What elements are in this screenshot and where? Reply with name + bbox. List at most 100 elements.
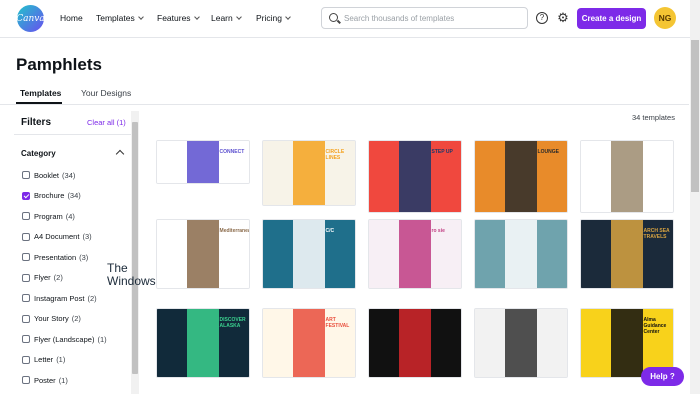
category-option[interactable]: A4 Document (3) [22, 232, 92, 242]
option-count: (2) [53, 273, 63, 282]
nav-features-label: Features [157, 13, 191, 23]
card-panel [505, 141, 537, 212]
nav-templates-label: Templates [96, 13, 135, 23]
nav-pricing-label: Pricing [256, 13, 282, 23]
checkbox[interactable] [22, 273, 30, 282]
nav-pricing[interactable]: Pricing [256, 13, 291, 23]
chevron-down-icon [235, 14, 242, 20]
card-panel [369, 141, 400, 212]
divider [0, 104, 689, 105]
template-card[interactable] [474, 219, 568, 289]
chevron-down-icon [137, 14, 144, 20]
option-label: Letter [34, 355, 54, 364]
card-text: CONNECT [219, 149, 245, 155]
checkbox[interactable] [22, 232, 30, 241]
template-card[interactable]: LOUNGE [474, 140, 568, 213]
checkbox[interactable] [22, 294, 30, 302]
option-label: Brochure [34, 191, 65, 200]
template-card[interactable]: STEP UP [368, 140, 462, 213]
category-option[interactable]: Booklet (34) [22, 170, 75, 180]
template-card[interactable]: Mediterranean [156, 219, 250, 289]
nav-home[interactable]: Home [60, 13, 83, 23]
option-label: Program [34, 211, 63, 221]
category-option[interactable]: Program (4) [22, 211, 75, 221]
create-design-button[interactable]: Create a design [577, 8, 646, 29]
page-scrollbar-thumb[interactable] [691, 40, 699, 192]
top-navigation: Canva Home Templates Features Learn Pric… [0, 0, 700, 38]
template-card[interactable]: C/C [262, 219, 356, 289]
checkbox[interactable] [22, 171, 30, 179]
template-card[interactable]: ro sie [368, 219, 462, 289]
nav-learn[interactable]: Learn [211, 13, 242, 23]
option-count: (4) [65, 211, 75, 221]
card-panel [581, 220, 612, 288]
checkbox[interactable] [22, 376, 30, 384]
category-option[interactable]: Flyer (2) [22, 273, 63, 283]
template-card[interactable]: DISCOVER ALASKA [156, 308, 250, 378]
nav-learn-label: Learn [211, 13, 233, 23]
tab-your-designs[interactable]: Your Designs [81, 88, 131, 98]
option-count: (2) [87, 293, 97, 303]
category-option[interactable]: Instagram Post (2) [22, 293, 97, 303]
sidebar-scrollbar-thumb[interactable] [132, 122, 138, 374]
checkbox[interactable] [22, 314, 30, 323]
category-option[interactable]: Brochure (34) [22, 191, 81, 201]
card-panel [157, 309, 188, 377]
search-input[interactable] [344, 11, 524, 25]
checkbox[interactable] [22, 253, 30, 261]
card-panel [293, 141, 325, 205]
question-circle-icon[interactable]: ? [536, 12, 548, 24]
filters-heading: Filters [21, 117, 52, 128]
option-count: (3) [82, 232, 92, 241]
card-text: LOUNGE [537, 149, 559, 155]
checkbox[interactable] [22, 191, 30, 200]
template-card[interactable] [580, 140, 674, 213]
nav-templates[interactable]: Templates [96, 13, 144, 23]
category-option[interactable]: Flyer (Landscape) (1) [22, 334, 107, 344]
card-panel [263, 220, 294, 288]
template-card[interactable] [474, 308, 568, 378]
category-option[interactable]: Your Story (2) [22, 314, 81, 324]
category-option[interactable]: Poster (1) [22, 375, 68, 385]
canva-logo[interactable]: Canva [16, 5, 45, 32]
card-panel [399, 309, 431, 377]
page-title: Pamphlets [16, 55, 102, 74]
card-text: Alma Guidance Center [643, 317, 667, 335]
card-panel [187, 141, 219, 183]
chevron-up-icon[interactable] [115, 149, 125, 159]
tab-templates[interactable]: Templates [20, 88, 61, 98]
card-panel [611, 220, 643, 288]
category-heading[interactable]: Category [21, 149, 56, 158]
card-panel [399, 141, 431, 212]
category-option[interactable]: Letter (1) [22, 355, 65, 365]
search-icon[interactable] [329, 13, 338, 22]
clear-all-link[interactable]: Clear all (1) [87, 118, 126, 127]
card-panel [642, 141, 673, 212]
gear-icon[interactable]: ⚙ [556, 11, 570, 25]
help-button[interactable]: Help ? [641, 367, 684, 386]
nav-home-label: Home [60, 13, 83, 23]
option-label: Presentation [34, 252, 77, 262]
card-text: C/C [325, 228, 335, 234]
template-card[interactable]: ARCH SEA TRAVELS [580, 219, 674, 289]
category-option[interactable]: Presentation (3) [22, 252, 88, 262]
template-card[interactable]: ART FESTIVAL [262, 308, 356, 378]
option-label: Flyer [34, 273, 51, 282]
template-card[interactable]: CIRCLE LINES [262, 140, 356, 206]
avatar[interactable]: NG [654, 7, 676, 29]
option-count: (1) [97, 334, 107, 344]
card-panel [399, 220, 431, 288]
template-card[interactable]: CONNECT [156, 140, 250, 184]
card-panel [505, 220, 537, 288]
nav-features[interactable]: Features [157, 13, 200, 23]
template-card[interactable] [368, 308, 462, 378]
checkbox[interactable] [22, 355, 30, 364]
search-bar [321, 7, 528, 29]
card-panel [157, 141, 188, 183]
card-panel [187, 309, 219, 377]
checkbox[interactable] [22, 335, 30, 343]
option-label: Flyer (Landscape) [34, 334, 95, 344]
checkbox[interactable] [22, 212, 30, 220]
card-panel [536, 220, 567, 288]
card-panel [157, 220, 188, 288]
